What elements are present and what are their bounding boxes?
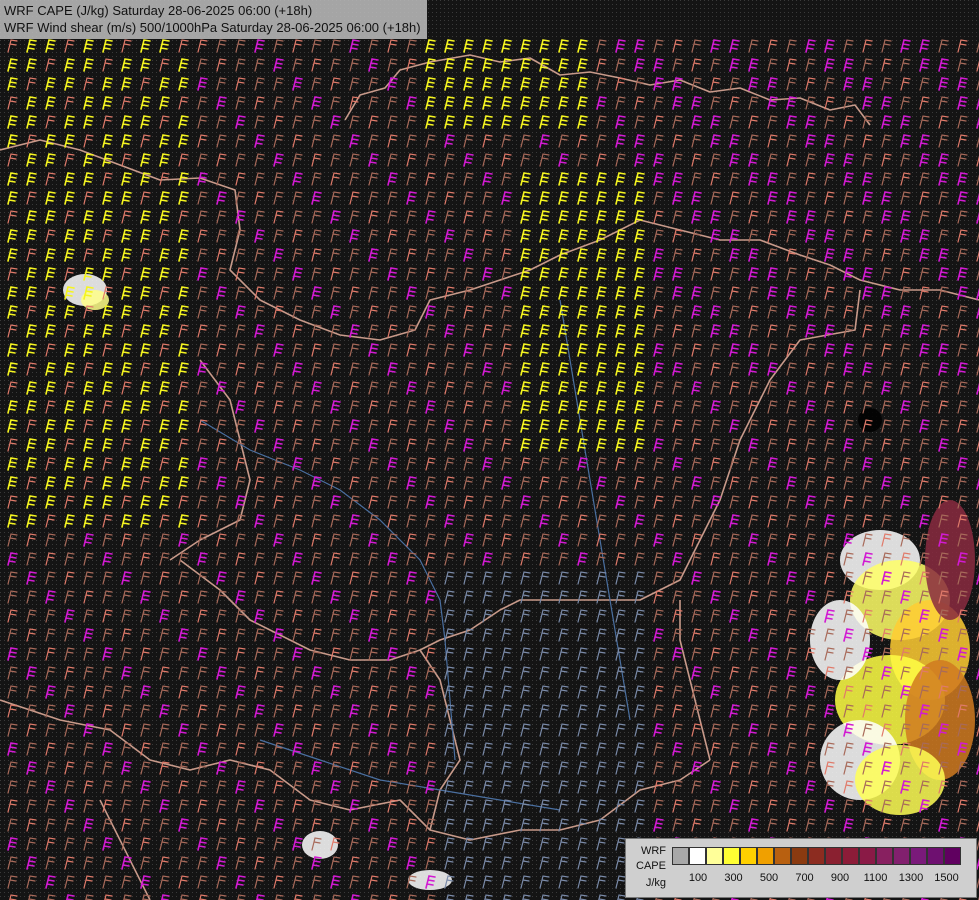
legend-tick-label: 500	[759, 872, 779, 884]
legend-swatch	[859, 847, 876, 865]
legend-label-cape: CAPE	[636, 860, 666, 872]
legend-tick-label: 1300	[898, 872, 924, 884]
cape-patch	[810, 600, 870, 680]
legend-tick-label: 300	[724, 872, 743, 884]
title-cape: WRF CAPE (J/kg) Saturday 28-06-2025 06:0…	[4, 3, 313, 18]
legend-swatch	[910, 847, 927, 865]
cape-patch	[925, 500, 975, 620]
legend-swatch	[740, 847, 757, 865]
legend-swatch	[689, 847, 706, 865]
legend-label-unit: J/kg	[645, 877, 666, 889]
legend-label-wrf: WRF	[640, 845, 666, 857]
legend-swatch	[672, 847, 689, 865]
legend-tick-label: 700	[795, 872, 814, 884]
legend-swatches	[672, 847, 961, 865]
weather-map: WRF CAPE (J/kg) Saturday 28-06-2025 06:0…	[0, 0, 979, 900]
map-title-box: WRF CAPE (J/kg) Saturday 28-06-2025 06:0…	[0, 0, 427, 39]
legend-swatch	[774, 847, 791, 865]
legend-tick-label: 100	[688, 872, 708, 884]
legend-swatch	[893, 847, 910, 865]
legend-swatch	[876, 847, 893, 865]
legend-swatch	[944, 847, 961, 865]
legend-swatch	[825, 847, 842, 865]
legend-tick-label: 1500	[934, 872, 959, 884]
cape-patch	[858, 408, 882, 432]
legend-swatch	[842, 847, 859, 865]
legend-tick-label: 900	[830, 872, 850, 884]
legend-swatch	[757, 847, 774, 865]
legend-swatch	[723, 847, 740, 865]
map-canvas	[0, 0, 979, 900]
legend-swatch	[706, 847, 723, 865]
cape-legend: WRF CAPE J/kg 100 300 500 700 900 1100 1300 150…	[625, 838, 977, 898]
legend-swatch	[808, 847, 825, 865]
legend-tick-label: 1100	[863, 872, 888, 884]
legend-swatch	[791, 847, 808, 865]
legend-ticks: 100 300 500 700 900 1100 1300 1500	[672, 872, 972, 886]
legend-swatch	[927, 847, 944, 865]
title-wind-shear: WRF Wind shear (m/s) 500/1000hPa Saturda…	[4, 20, 421, 35]
